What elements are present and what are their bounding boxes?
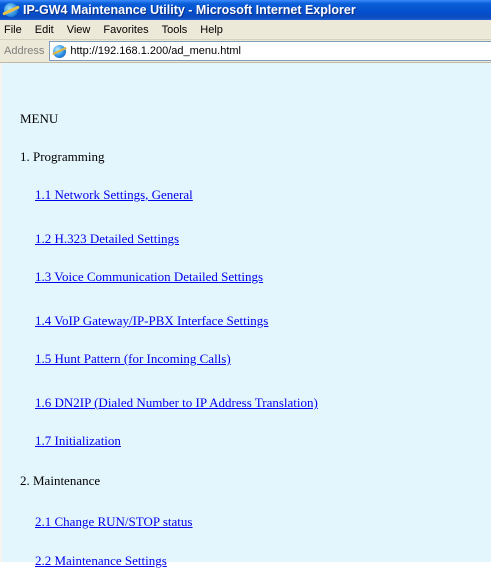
window-title-bar: IP-GW4 Maintenance Utility - Microsoft I… [0,0,491,20]
menu-edit[interactable]: Edit [29,24,61,36]
menu-file[interactable]: File [0,24,29,36]
link-maintenance-settings[interactable]: 2.2 Maintenance Settings [35,553,167,569]
page-icon [53,44,67,58]
link-initialization[interactable]: 1.7 Initialization [35,433,121,449]
menu-bar: File Edit View Favorites Tools Help [0,20,491,40]
link-voip-gateway-settings[interactable]: 1.4 VoIP Gateway/IP-PBX Interface Settin… [35,313,268,329]
link-dn2ip[interactable]: 1.6 DN2IP (Dialed Number to IP Address T… [35,395,318,411]
link-h323-settings[interactable]: 1.2 H.323 Detailed Settings [35,231,179,247]
address-url[interactable]: http://192.168.1.200/ad_menu.html [70,45,241,57]
link-hunt-pattern[interactable]: 1.5 Hunt Pattern (for Incoming Calls) [35,351,231,367]
section-title-programming: 1. Programming [20,149,105,164]
link-network-settings[interactable]: 1.1 Network Settings, General [35,187,193,203]
link-change-run-stop[interactable]: 2.1 Change RUN/STOP status [35,514,192,530]
menu-tools[interactable]: Tools [156,24,195,36]
link-voice-communication-settings[interactable]: 1.3 Voice Communication Detailed Setting… [35,269,263,285]
menu-heading: MENU [20,111,59,126]
menu-favorites[interactable]: Favorites [97,24,155,36]
address-field[interactable]: http://192.168.1.200/ad_menu.html [49,41,491,61]
menu-view[interactable]: View [61,24,98,36]
menu-help[interactable]: Help [194,24,230,36]
address-bar: Address http://192.168.1.200/ad_menu.htm… [0,40,491,63]
internet-explorer-icon [4,3,18,17]
section-title-maintenance: 2. Maintenance [20,473,101,488]
window-title: IP-GW4 Maintenance Utility - Microsoft I… [23,3,356,17]
page-content: MENU 1. Programming 1.1 Network Settings… [0,63,491,568]
address-label: Address [4,45,45,57]
